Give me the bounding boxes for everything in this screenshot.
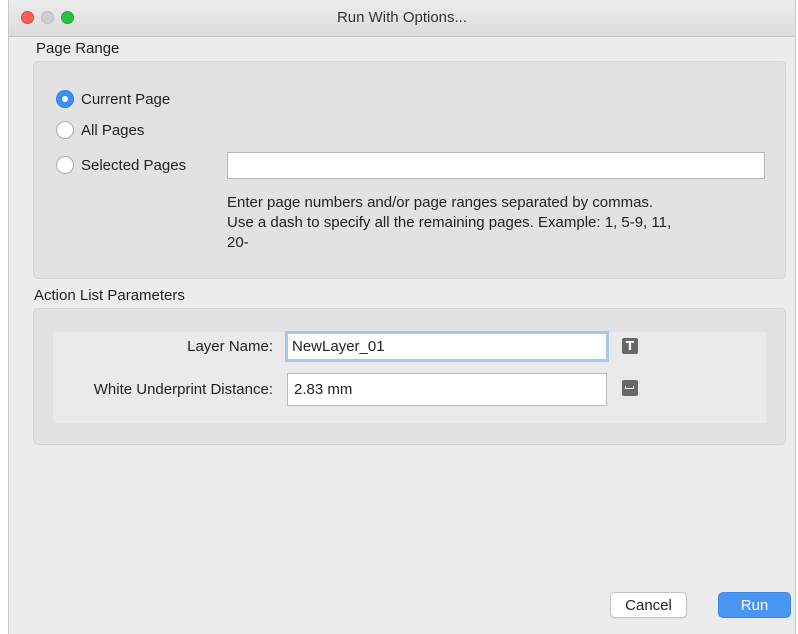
title-bar: Run With Options...	[9, 0, 795, 37]
radio-selected-pages[interactable]: Selected Pages	[56, 156, 186, 174]
parameters-group: Layer Name: T White Underprint Distance:	[33, 308, 786, 445]
run-button[interactable]: Run	[718, 592, 791, 618]
cancel-button[interactable]: Cancel	[610, 592, 687, 618]
radio-all-pages-label: All Pages	[81, 121, 145, 139]
radio-current-page-label: Current Page	[81, 90, 171, 108]
dialog-window: Run With Options... Page Range Current P…	[8, 0, 796, 634]
radio-current-page[interactable]: Current Page	[56, 90, 170, 108]
radio-all-pages-button[interactable]	[56, 121, 74, 139]
window-title: Run With Options...	[336, 9, 468, 26]
page-range-label: Page Range	[36, 40, 120, 57]
ruler-icon[interactable]	[622, 380, 638, 396]
parameters-label: Action List Parameters	[34, 287, 185, 304]
underprint-distance-label: White Underprint Distance:	[93, 381, 273, 398]
text-icon[interactable]: T	[622, 338, 638, 354]
help-line: Enter page numbers and/or page ranges se…	[227, 194, 654, 211]
underprint-distance-input[interactable]	[287, 373, 607, 406]
selected-pages-input[interactable]	[227, 152, 765, 179]
radio-selected-pages-button[interactable]	[56, 156, 74, 174]
layer-name-label: Layer Name:	[187, 338, 273, 355]
help-line: 20-	[227, 234, 249, 251]
layer-name-input[interactable]	[285, 331, 609, 362]
radio-selected-pages-label: Selected Pages	[81, 156, 187, 174]
page-range-group: Current Page All Pages Selected Pages En…	[33, 61, 786, 279]
radio-current-page-button[interactable]	[56, 90, 74, 108]
help-line: Use a dash to specify all the remaining …	[227, 214, 672, 231]
page-range-help-text: Enter page numbers and/or page ranges se…	[227, 193, 767, 253]
radio-all-pages[interactable]: All Pages	[56, 121, 144, 139]
